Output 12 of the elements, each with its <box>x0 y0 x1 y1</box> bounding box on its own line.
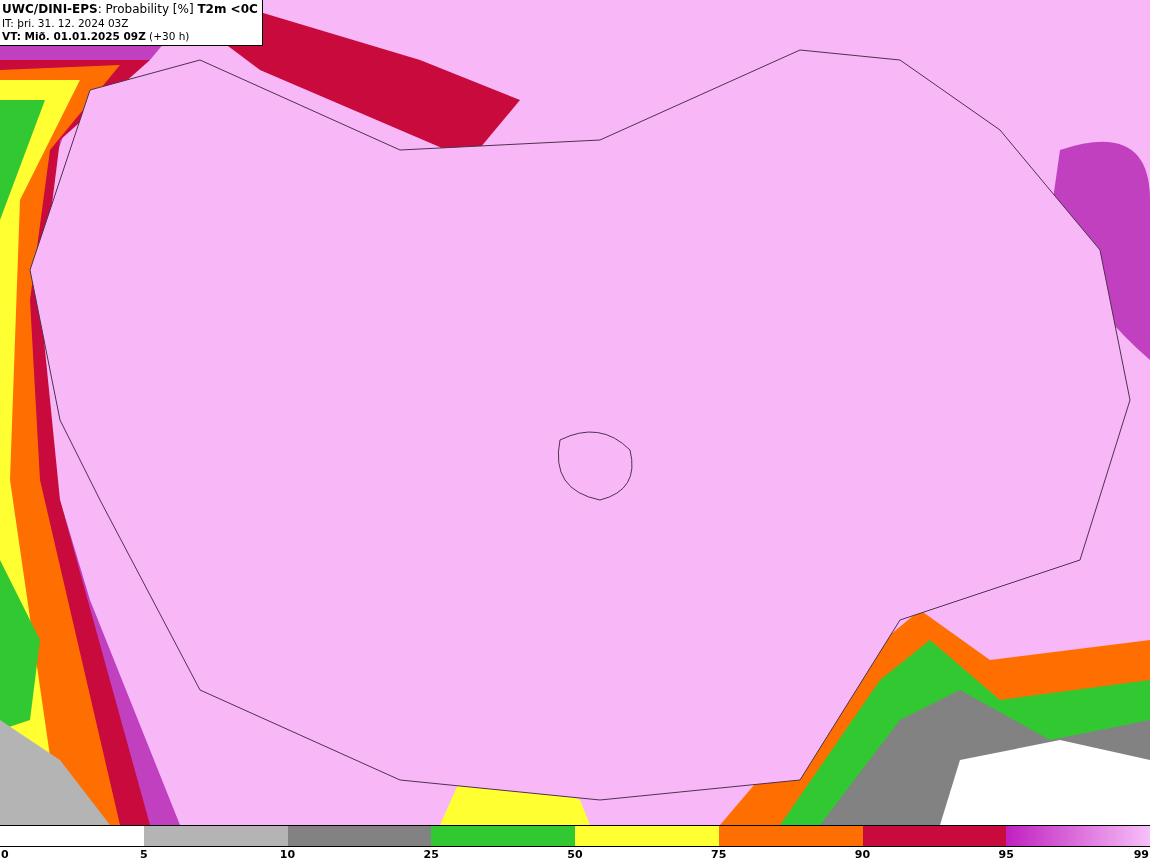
legend-label: 90 <box>854 848 871 861</box>
legend-label: 95 <box>998 848 1014 861</box>
legend-label: 25 <box>423 848 439 861</box>
initial-time: IT: þri. 31. 12. 2024 03Z <box>2 17 130 29</box>
legend-label: 50 <box>567 848 583 861</box>
legend-label: 0 <box>1 848 9 861</box>
chart-title: UWC/DINI-EPS: Probability [%] T2m <0C <box>2 2 258 16</box>
valid-time: VT: Mið. 01.01.2025 09Z (+30 h) <box>2 30 191 42</box>
legend-label: 5 <box>139 848 148 861</box>
legend-label: 10 <box>279 848 296 861</box>
legend-label: 99 <box>1133 848 1149 861</box>
legend-label: 75 <box>711 848 727 861</box>
